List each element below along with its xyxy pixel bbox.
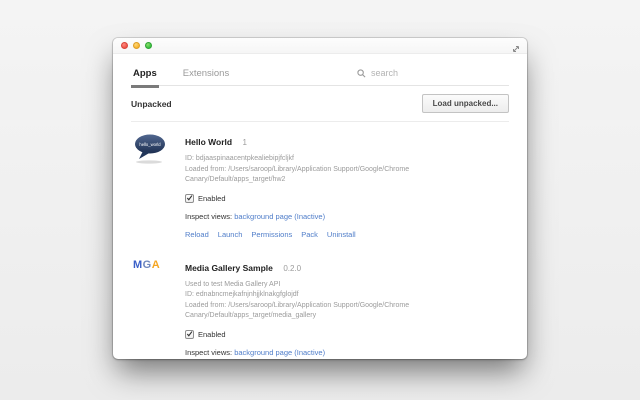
app-title-row: Media Gallery Sample 0.2.0 xyxy=(185,258,509,276)
mga-letter-a: A xyxy=(151,258,161,271)
app-title-row: Hello World 1 xyxy=(185,132,509,150)
tab-apps[interactable]: Apps xyxy=(131,63,159,85)
search-input[interactable] xyxy=(371,68,441,78)
app-loaded-from: Loaded from: /Users/saroop/Library/Appli… xyxy=(185,165,410,184)
speech-bubble-icon: hello_world xyxy=(135,134,165,164)
titlebar xyxy=(113,38,527,54)
app-version: 1 xyxy=(242,138,247,147)
mga-logo-icon: MGA xyxy=(131,259,185,271)
enabled-row: Enabled xyxy=(185,329,509,339)
app-description: Used to test Media Gallery API xyxy=(185,280,281,288)
app-details: Media Gallery Sample 0.2.0 Used to test … xyxy=(185,258,509,360)
app-entry-hello-world: hello_world Hello World 1 ID: bdjaaspina… xyxy=(131,122,509,248)
mga-letter-g: G xyxy=(142,258,152,271)
tab-bar: Apps Extensions xyxy=(131,54,509,86)
check-icon xyxy=(186,331,193,337)
load-unpacked-button[interactable]: Load unpacked... xyxy=(421,94,509,113)
zoom-button[interactable] xyxy=(145,42,152,49)
check-icon xyxy=(186,195,193,201)
app-window: Apps Extensions Unpacked Load unpacked..… xyxy=(113,38,527,359)
desktop: { "window": { "controls": { "close": "cl… xyxy=(0,0,640,400)
inspect-views-label: Inspect views: xyxy=(185,347,233,357)
app-version: 0.2.0 xyxy=(283,263,302,273)
tab-extensions[interactable]: Extensions xyxy=(181,63,231,85)
window-controls xyxy=(121,42,152,49)
enabled-label: Enabled xyxy=(198,193,226,203)
reload-link[interactable]: Reload xyxy=(185,230,209,239)
enabled-row: Enabled xyxy=(185,193,509,203)
hello-world-icon: hello_world xyxy=(131,132,185,239)
app-name: Hello World xyxy=(185,137,233,147)
media-gallery-icon: MGA xyxy=(131,258,185,360)
search-box xyxy=(357,68,441,85)
inspect-views-row: Inspect views: background page (Inactive… xyxy=(185,212,509,221)
inspect-views-label: Inspect views: xyxy=(185,211,233,221)
background-page-link[interactable]: background page (Inactive) xyxy=(234,348,325,357)
unpacked-section-header: Unpacked Load unpacked... xyxy=(131,86,509,122)
minimize-button[interactable] xyxy=(133,42,140,49)
enabled-checkbox[interactable] xyxy=(185,329,194,339)
inspect-views-row: Inspect views: background page (Inactive… xyxy=(185,348,509,357)
search-icon xyxy=(357,68,366,77)
background-page-link[interactable]: background page (Inactive) xyxy=(234,212,325,221)
app-name: Media Gallery Sample xyxy=(185,262,273,273)
mga-letter-m: M xyxy=(133,258,143,271)
enabled-label: Enabled xyxy=(198,329,226,339)
close-button[interactable] xyxy=(121,42,128,49)
app-id: ID: bdjaaspinaacentpkealiebipjfcljkf xyxy=(185,155,294,162)
resize-icon[interactable] xyxy=(511,41,521,52)
app-details: Hello World 1 ID: bdjaaspinaacentpkealie… xyxy=(185,132,509,239)
unpacked-title: Unpacked xyxy=(131,98,172,109)
enabled-checkbox[interactable] xyxy=(185,193,194,203)
uninstall-link[interactable]: Uninstall xyxy=(327,230,356,239)
launch-link[interactable]: Launch xyxy=(218,230,243,239)
svg-text:hello_world: hello_world xyxy=(139,142,161,147)
pack-link[interactable]: Pack xyxy=(301,230,318,239)
app-id: ID: ednabncmejkafnjnhjjklnakgfglojdf xyxy=(185,291,299,298)
app-loaded-from: Loaded from: /Users/saroop/Library/Appli… xyxy=(185,301,410,320)
app-entry-media-gallery: MGA Media Gallery Sample 0.2.0 Used to t… xyxy=(131,248,509,360)
app-actions: Reload Launch Permissions Pack Uninstall xyxy=(185,230,509,239)
page-content: Apps Extensions Unpacked Load unpacked..… xyxy=(113,54,527,359)
permissions-link[interactable]: Permissions xyxy=(251,230,292,239)
